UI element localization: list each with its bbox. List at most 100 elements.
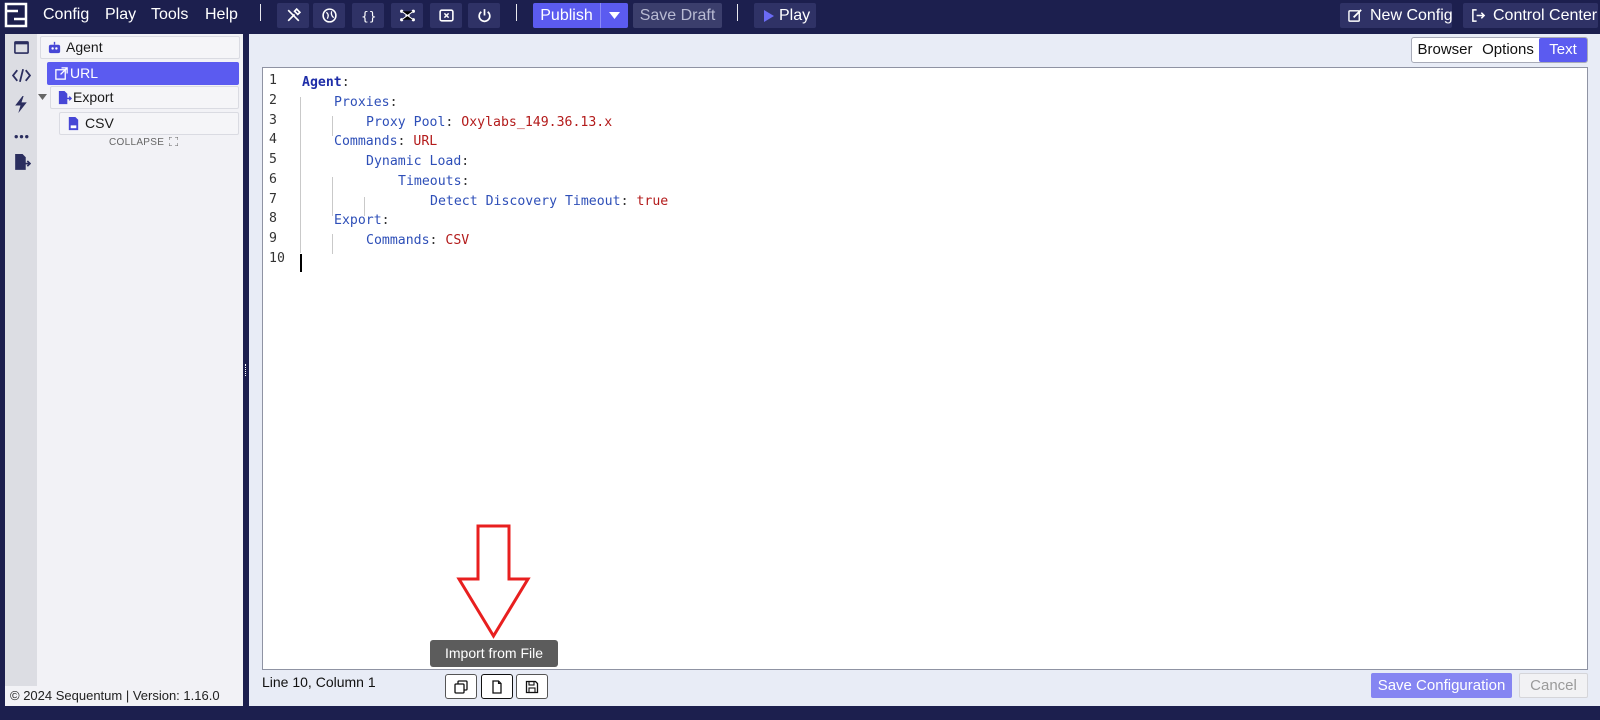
yaml-key: Dynamic Load [366, 154, 462, 169]
wrench-screwdriver-icon [287, 7, 301, 22]
icon-rail [5, 34, 37, 686]
indent-guide [332, 234, 333, 254]
globe-button[interactable] [313, 3, 345, 28]
tree-node-export[interactable]: Export [50, 86, 239, 109]
rail-more-button[interactable] [5, 120, 37, 146]
rail-browser-button[interactable] [5, 34, 37, 60]
save-configuration-button[interactable]: Save Configuration [1371, 673, 1512, 698]
floppy-disk-icon [525, 680, 539, 693]
caret-down-icon [609, 12, 620, 19]
more-icon [14, 134, 28, 138]
yaml-key: Commands [366, 233, 430, 248]
globe-icon [321, 8, 337, 23]
rail-export-button[interactable] [5, 149, 37, 175]
copy-button[interactable] [445, 674, 477, 699]
line-number: 6 [269, 172, 277, 187]
code-line: Detect Discovery Timeout: true [430, 194, 669, 209]
line-number: 10 [269, 251, 285, 266]
lightning-icon [14, 95, 27, 113]
play-icon [764, 10, 774, 22]
play-label: Play [779, 7, 811, 24]
line-number: 5 [269, 152, 277, 167]
tab-options[interactable]: Options [1478, 38, 1538, 62]
code-line: Commands: CSV [366, 233, 470, 248]
close-box-icon [438, 9, 454, 22]
line-number: 3 [269, 113, 277, 128]
line-number: 4 [269, 132, 277, 147]
menu-tools[interactable]: Tools [151, 6, 188, 24]
menu-help[interactable]: Help [205, 6, 238, 24]
tools-button[interactable] [277, 3, 309, 28]
yaml-key: Proxies [334, 95, 390, 110]
tab-text[interactable]: Text [1539, 38, 1587, 62]
sign-out-icon [1472, 9, 1486, 22]
tooltip: Import from File [430, 640, 558, 667]
new-config-button[interactable]: New Config [1340, 3, 1453, 28]
indent-guide [332, 116, 333, 136]
top-bar: Config Play Tools Help {} Publish Save D… [0, 0, 1600, 30]
cursor-position: Line 10, Column 1 [262, 674, 376, 690]
collapse-all-button[interactable]: COLLAPSE [109, 136, 179, 148]
menu-config[interactable]: Config [43, 6, 89, 24]
tree-node-csv[interactable]: CSV [59, 112, 239, 135]
yaml-key: Detect Discovery Timeout [430, 194, 621, 209]
export-file-icon [14, 153, 31, 170]
browser-window-icon [13, 40, 29, 54]
app-logo [4, 2, 28, 28]
view-mode-tabs: Browser Options Text [1411, 37, 1588, 63]
yaml-value: URL [413, 134, 438, 149]
rail-code-button[interactable] [5, 62, 37, 88]
expand-caret-icon[interactable] [38, 94, 47, 101]
close-box-button[interactable] [430, 3, 462, 28]
control-center-button[interactable]: Control Center [1463, 3, 1598, 28]
menu-play[interactable]: Play [105, 6, 136, 24]
code-line: Agent: [302, 75, 350, 90]
line-number: 1 [269, 73, 277, 88]
line-number: 7 [269, 192, 277, 207]
network-icon [399, 9, 415, 22]
code-line: Export: [334, 213, 390, 228]
code-line: Commands: URL [334, 134, 438, 149]
save-to-file-button[interactable] [516, 674, 548, 699]
new-config-label: New Config [1370, 7, 1453, 24]
line-number: 2 [269, 93, 277, 108]
yaml-value: Oxylabs_149.36.13.x [461, 115, 613, 130]
yaml-key: Export [334, 213, 382, 228]
line-number: 8 [269, 211, 277, 226]
tree-node-label: Agent [66, 39, 103, 55]
cancel-button[interactable]: Cancel [1519, 673, 1588, 698]
annotation-arrow-icon [456, 524, 531, 639]
power-button[interactable] [468, 3, 500, 28]
tree-node-label: CSV [85, 115, 114, 131]
rail-action-button[interactable] [5, 91, 37, 117]
control-center-label: Control Center [1493, 7, 1598, 24]
tree-node-url[interactable]: URL [47, 62, 239, 85]
play-button[interactable]: Play [754, 3, 816, 28]
code-line: Proxies: [334, 95, 398, 110]
yaml-key: Agent [302, 75, 342, 90]
external-link-icon [55, 67, 68, 80]
toolbar-divider [260, 4, 261, 21]
version-footer: © 2024 Sequentum | Version: 1.16.0 [5, 686, 243, 706]
import-from-file-button[interactable] [481, 674, 513, 699]
file-icon [492, 679, 502, 694]
yaml-value: true [636, 194, 669, 209]
braces-button[interactable]: {} [352, 3, 384, 28]
tree-node-label: Export [73, 89, 114, 105]
tab-browser[interactable]: Browser [1412, 38, 1478, 62]
network-button[interactable] [391, 3, 423, 28]
code-line: Timeouts: [398, 174, 470, 189]
agent-tree: Agent URL Export CSV COLLAPSE [37, 34, 243, 686]
toolbar-divider [737, 4, 738, 21]
publish-button[interactable]: Publish [533, 3, 600, 28]
braces-icon: {} [361, 9, 376, 24]
power-icon [477, 9, 491, 23]
copy-icon [454, 679, 468, 694]
save-draft-button[interactable]: Save Draft [633, 3, 722, 28]
publish-dropdown-button[interactable] [600, 3, 628, 28]
text-cursor [300, 254, 302, 272]
footer-text: © 2024 Sequentum | Version: 1.16.0 [10, 688, 220, 703]
code-icon [11, 68, 31, 82]
splitter-grip [245, 364, 247, 376]
tree-node-agent[interactable]: Agent [40, 36, 240, 59]
